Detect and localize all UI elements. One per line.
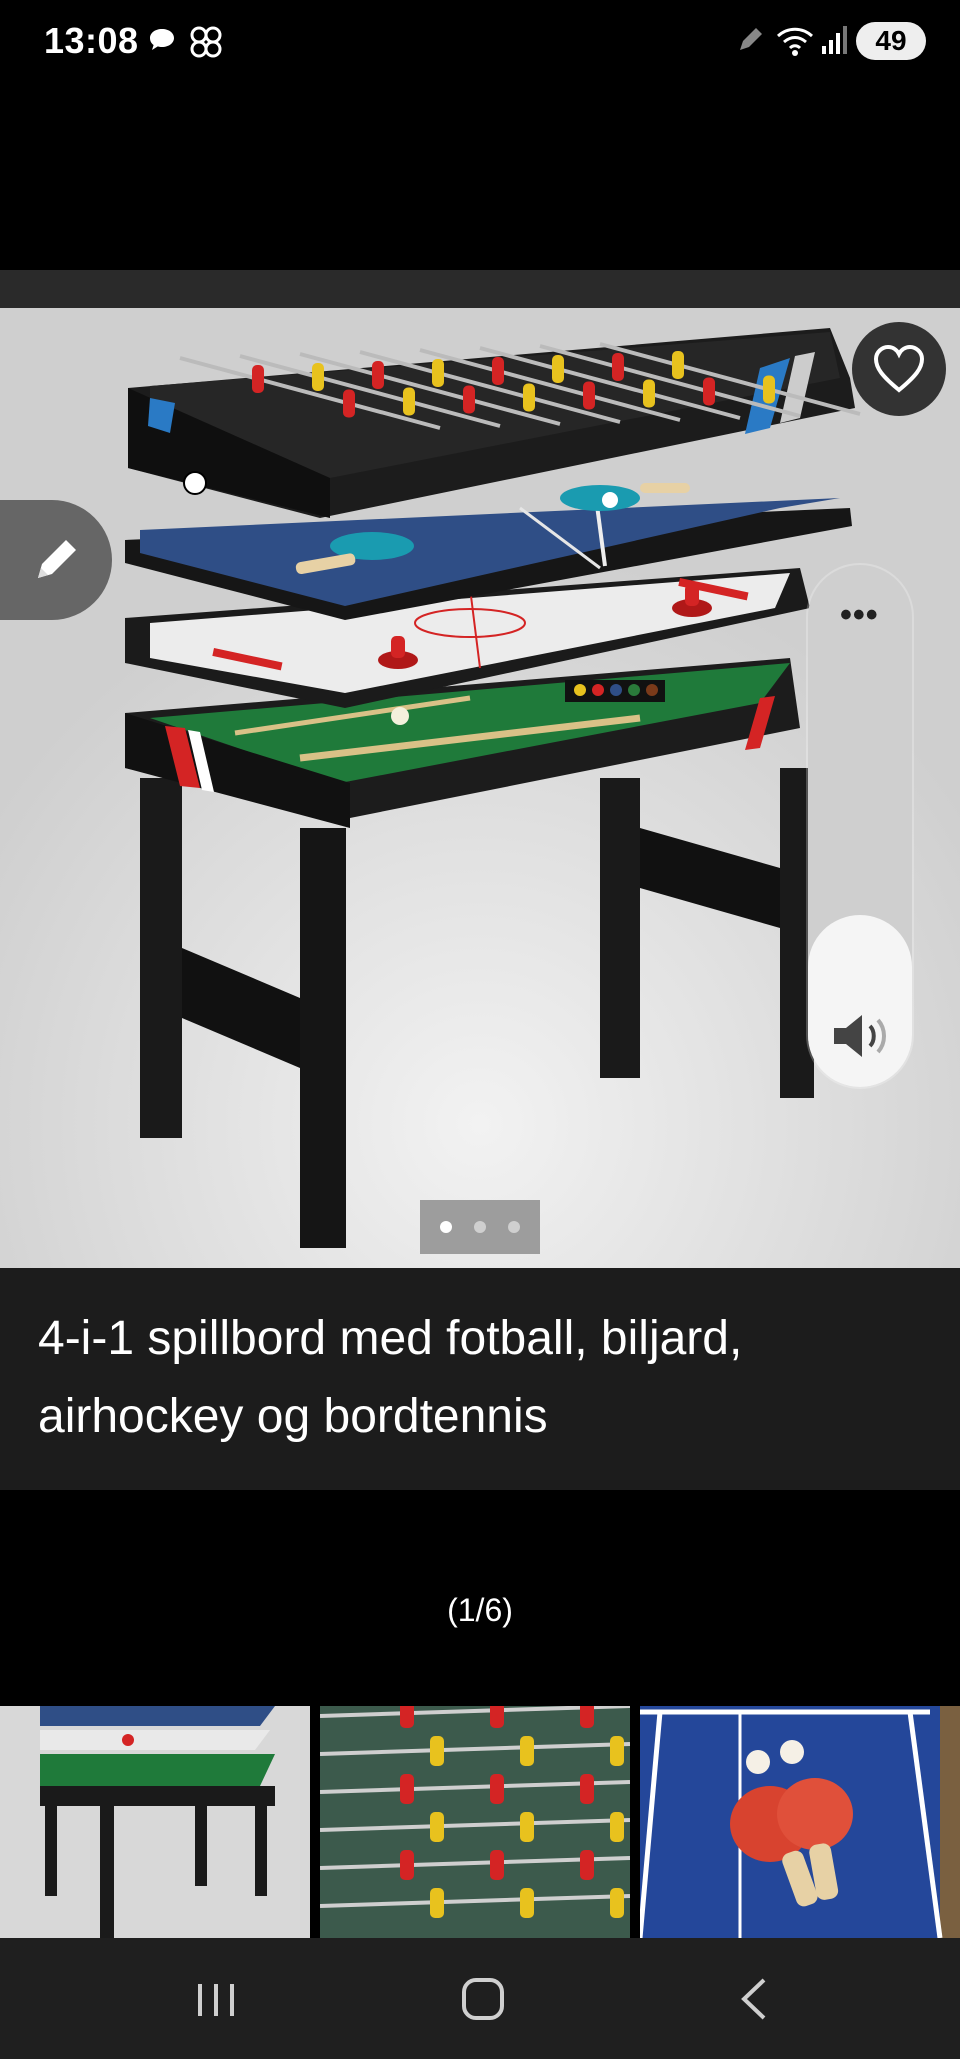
foosball-figure (610, 1736, 624, 1766)
foosball-figure (403, 387, 415, 416)
pinwheel-icon (190, 26, 222, 58)
foosball-rod (320, 1742, 630, 1756)
foosball-figure (520, 1888, 534, 1918)
foosball-figure (612, 353, 624, 381)
carousel-dot[interactable] (440, 1221, 452, 1233)
foosball-figure (520, 1736, 534, 1766)
image-counter: (1/6) (447, 1592, 513, 1628)
navigation-bar (0, 1938, 960, 2059)
recents-icon[interactable] (192, 1980, 240, 2020)
foosball-rod (599, 342, 861, 416)
foosball-figure (490, 1774, 504, 1804)
speaker-icon[interactable] (828, 1010, 892, 1062)
favorite-button[interactable] (852, 322, 946, 416)
foosball-figure (432, 359, 444, 387)
foosball-figure (430, 1888, 444, 1918)
foosball-figure (610, 1888, 624, 1918)
pencil-icon (38, 540, 76, 578)
foosball-figure (430, 1812, 444, 1842)
foosball-figure (580, 1850, 594, 1880)
chat-bubble-icon (150, 29, 174, 50)
foosball-figure (492, 357, 504, 385)
foosball-figure (343, 389, 355, 418)
foosball-rod (179, 356, 441, 430)
wifi-icon (776, 27, 814, 56)
foosball-rod (419, 348, 681, 422)
pen-icon (740, 28, 762, 50)
foosball-figure (430, 1736, 444, 1766)
foosball-figure (643, 379, 655, 408)
foosball-figure (463, 385, 475, 414)
foosball-figure (703, 377, 715, 406)
carousel-dot[interactable] (508, 1221, 520, 1233)
top-band (0, 270, 960, 310)
product-title: 4-i-1 spillbord med fotball, biljard, ai… (38, 1312, 743, 1443)
foosball-rod (239, 354, 501, 428)
foosball-figure (672, 351, 684, 379)
thumbnail-strip (0, 1706, 960, 1938)
foosball-figure (552, 355, 564, 383)
foosball-figure (610, 1812, 624, 1842)
carousel-indicator (420, 1200, 540, 1254)
foosball-rod (320, 1818, 630, 1832)
volume-more-button[interactable]: ••• (840, 596, 879, 635)
foosball-rod (479, 346, 741, 420)
signal-icon (822, 26, 847, 54)
back-icon[interactable] (736, 1976, 772, 2022)
foosball-figure (490, 1850, 504, 1880)
status-bar: 13:08 49 (0, 0, 960, 84)
foosball-figure (763, 375, 775, 404)
thumbnail-foosball-closeup[interactable] (320, 1706, 630, 1938)
foosball-figure (400, 1706, 414, 1728)
foosball-rod (320, 1894, 630, 1908)
foosball-figure (400, 1774, 414, 1804)
home-icon[interactable] (460, 1976, 506, 2022)
foosball-figure (372, 361, 384, 389)
foosball-figure (580, 1774, 594, 1804)
thumbnail-multigame-table[interactable] (0, 1706, 310, 1938)
carousel-dot[interactable] (474, 1221, 486, 1233)
foosball-rod (359, 350, 621, 424)
foosball-rod (539, 344, 801, 418)
foosball-figure (520, 1812, 534, 1842)
battery-indicator: 49 (856, 22, 926, 60)
thumbnail-table-tennis[interactable] (640, 1706, 960, 1938)
foosball-figure (312, 363, 324, 391)
foosball-figure (490, 1706, 504, 1728)
heart-icon (873, 344, 925, 393)
foosball-rod (299, 352, 561, 426)
status-time: 13:08 (44, 20, 139, 61)
foosball-figure (252, 365, 264, 393)
foosball-figure (580, 1706, 594, 1728)
foosball-figure (583, 381, 595, 410)
foosball-figure (400, 1850, 414, 1880)
foosball-figure (523, 383, 535, 412)
